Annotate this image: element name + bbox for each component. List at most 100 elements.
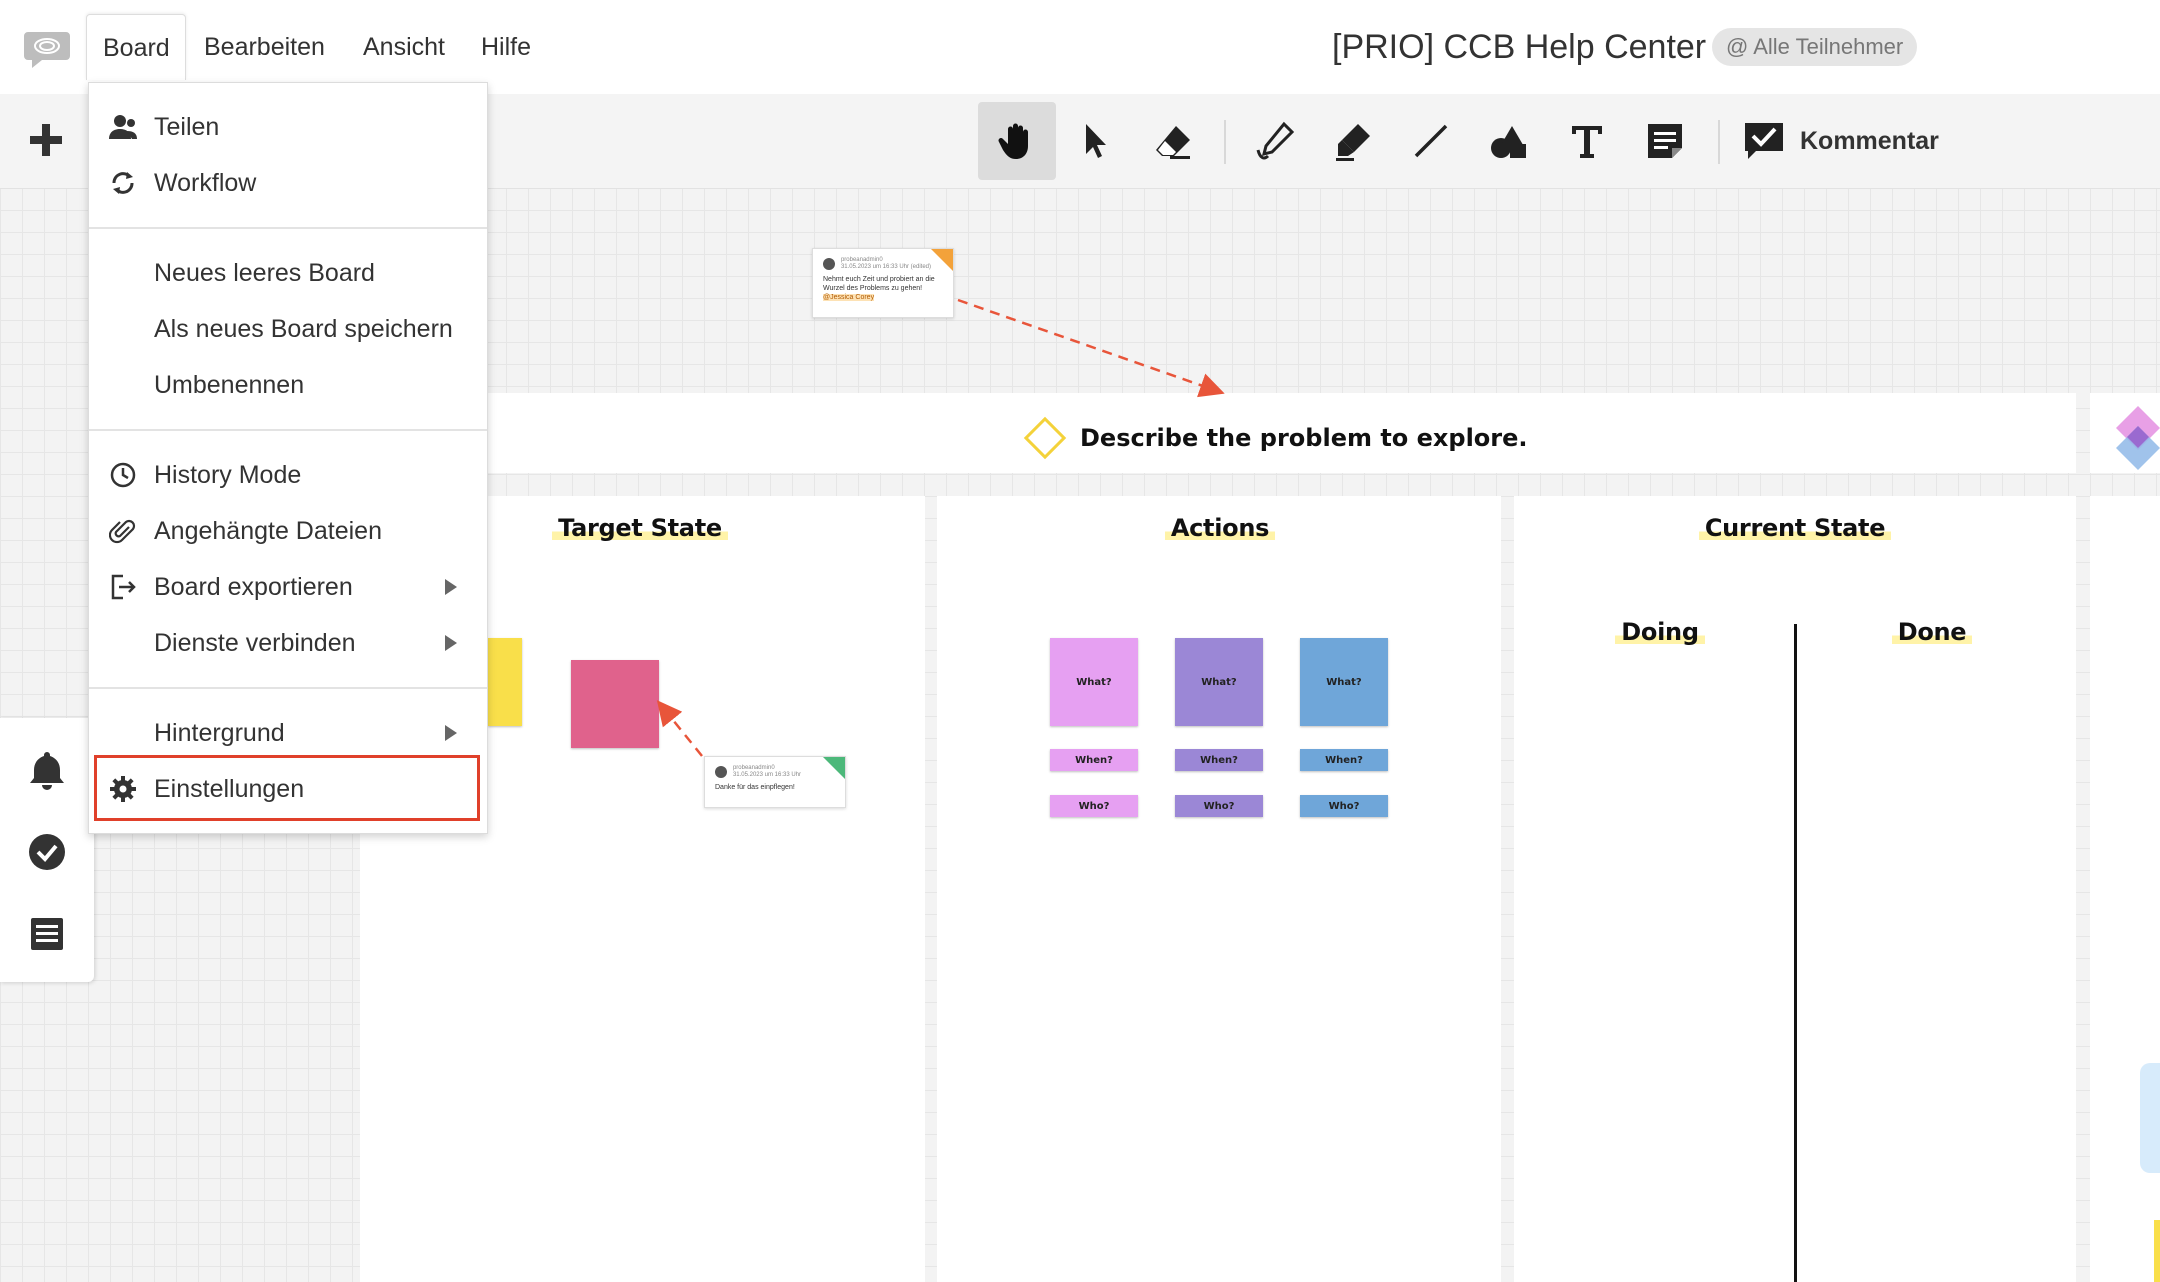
shapes-icon bbox=[1491, 126, 1526, 158]
toolbar-divider bbox=[1718, 120, 1720, 164]
share-user-icon bbox=[109, 115, 137, 139]
menu-item-angehaengte-dateien[interactable]: Angehängte Dateien bbox=[89, 503, 487, 559]
right-edge-blue-shape bbox=[2140, 1063, 2160, 1173]
actions-title: Actions bbox=[1120, 514, 1320, 542]
pink-sticky-note[interactable] bbox=[571, 660, 659, 748]
menu-ansicht[interactable]: Ansicht bbox=[347, 14, 461, 80]
shapes-tool[interactable] bbox=[1470, 102, 1548, 180]
action-note-what[interactable]: What? bbox=[1175, 638, 1263, 726]
highlighter-icon bbox=[1336, 124, 1370, 161]
hand-icon bbox=[998, 123, 1028, 159]
pointer-icon bbox=[1086, 124, 1106, 158]
board-menu-dropdown: Teilen Workflow Neues leeres Board Als n… bbox=[88, 82, 488, 834]
menu-item-label: History Mode bbox=[154, 461, 302, 489]
problem-prompt-text: Describe the problem to explore. bbox=[1080, 424, 1528, 452]
action-note-when[interactable]: When? bbox=[1050, 749, 1138, 771]
comment-meta: probeanadmin0 31.05.2023 um 16:33 Uhr (ed… bbox=[840, 257, 932, 270]
menu-item-label: Neues leeres Board bbox=[154, 259, 375, 287]
yellow-sticky-note[interactable] bbox=[488, 638, 522, 726]
eraser-icon bbox=[1156, 126, 1190, 159]
menu-separator bbox=[89, 429, 487, 431]
comment-button-label: Kommentar bbox=[1800, 126, 1939, 155]
text-tool[interactable] bbox=[1548, 102, 1626, 180]
submenu-arrow-icon bbox=[445, 725, 457, 741]
action-note-what[interactable]: What? bbox=[1300, 638, 1388, 726]
menu-item-als-neues-board-speichern[interactable]: Als neues Board speichern bbox=[89, 301, 487, 357]
action-note-who[interactable]: Who? bbox=[1175, 795, 1263, 817]
menu-item-neues-leeres-board[interactable]: Neues leeres Board bbox=[89, 245, 487, 301]
actions-section[interactable] bbox=[937, 496, 1501, 1282]
export-icon bbox=[111, 574, 136, 600]
menu-item-teilen[interactable]: Teilen bbox=[89, 99, 487, 155]
action-note-when[interactable]: When? bbox=[1175, 749, 1263, 771]
right-edge-yellow-shape bbox=[2154, 1220, 2160, 1282]
menu-item-workflow[interactable]: Workflow bbox=[89, 155, 487, 211]
menu-bearbeiten[interactable]: Bearbeiten bbox=[188, 14, 341, 80]
check-circle-icon[interactable] bbox=[25, 830, 69, 874]
submenu-arrow-icon bbox=[445, 635, 457, 651]
text-icon bbox=[1572, 126, 1602, 158]
comment-button[interactable]: Kommentar bbox=[1742, 102, 1939, 180]
highlight-frame bbox=[94, 755, 480, 821]
comment-mention[interactable]: @Jessica Corey bbox=[823, 294, 875, 301]
doing-done-divider bbox=[1794, 624, 1797, 1282]
comment-card[interactable]: probeanadmin0 31.05.2023 um 16:33 Uhr Dan… bbox=[704, 756, 846, 808]
diamond-icon bbox=[1023, 416, 1067, 460]
line-icon bbox=[1414, 124, 1448, 158]
menu-item-label: Workflow bbox=[154, 169, 257, 197]
menu-item-label: Angehängte Dateien bbox=[154, 517, 382, 545]
pointer-tool[interactable] bbox=[1056, 102, 1134, 180]
sticky-note-tool[interactable] bbox=[1626, 102, 1704, 180]
toolbar-divider bbox=[1224, 120, 1226, 164]
action-note-who[interactable]: Who? bbox=[1050, 795, 1138, 817]
avatar bbox=[715, 766, 727, 778]
menu-item-history-mode[interactable]: History Mode bbox=[89, 447, 487, 503]
menu-separator bbox=[89, 227, 487, 229]
highlighter-tool[interactable] bbox=[1314, 102, 1392, 180]
action-note-when[interactable]: When? bbox=[1300, 749, 1388, 771]
menu-item-board-exportieren[interactable]: Board exportieren bbox=[89, 559, 487, 615]
current-state-title: Current State bbox=[1695, 514, 1895, 542]
pen-icon bbox=[1256, 121, 1295, 160]
plus-icon[interactable] bbox=[26, 120, 66, 160]
bell-icon[interactable] bbox=[25, 748, 69, 792]
comment-arrow bbox=[957, 298, 1225, 398]
action-note-what[interactable]: What? bbox=[1050, 638, 1138, 726]
eraser-tool[interactable] bbox=[1134, 102, 1212, 180]
line-tool[interactable] bbox=[1392, 102, 1470, 180]
paperclip-icon bbox=[109, 519, 136, 544]
comment-card[interactable]: probeanadmin0 31.05.2023 um 16:33 Uhr (ed… bbox=[812, 248, 954, 318]
app-logo-icon[interactable] bbox=[22, 30, 72, 70]
hand-tool[interactable] bbox=[978, 102, 1056, 180]
submenu-arrow-icon bbox=[445, 579, 457, 595]
menu-board[interactable]: Board bbox=[86, 14, 186, 80]
pen-tool[interactable] bbox=[1236, 102, 1314, 180]
menu-bar: Board Bearbeiten Ansicht Hilfe [PRIO] CC… bbox=[0, 0, 2160, 94]
layers-icon bbox=[2116, 406, 2160, 470]
doing-column-title: Doing bbox=[1580, 618, 1740, 646]
participants-badge[interactable]: @ Alle Teilnehmer bbox=[1712, 28, 1918, 66]
board-title[interactable]: [PRIO] CCB Help Center bbox=[1332, 22, 1706, 72]
comment-text: Danke für das einpflegen! bbox=[715, 784, 795, 791]
action-note-who[interactable]: Who? bbox=[1300, 795, 1388, 817]
menu-item-dienste-verbinden[interactable]: Dienste verbinden bbox=[89, 615, 487, 671]
comment-corner-icon bbox=[823, 757, 845, 779]
menu-item-umbenennen[interactable]: Umbenennen bbox=[89, 357, 487, 413]
menu-item-label: Umbenennen bbox=[154, 371, 305, 399]
list-icon[interactable] bbox=[25, 912, 69, 956]
done-column-title: Done bbox=[1852, 618, 2012, 646]
menu-item-label: Board exportieren bbox=[154, 573, 353, 601]
menu-separator bbox=[89, 687, 487, 689]
lower-left-area bbox=[360, 808, 925, 1282]
target-state-title: Target State bbox=[540, 514, 740, 542]
menu-item-label: Teilen bbox=[154, 113, 220, 141]
comment-meta: probeanadmin0 31.05.2023 um 16:33 Uhr bbox=[732, 765, 802, 778]
avatar bbox=[823, 258, 835, 270]
menu-item-label: Hintergrund bbox=[154, 719, 285, 747]
menu-item-label: Dienste verbinden bbox=[154, 629, 356, 657]
left-side-panel bbox=[0, 718, 94, 982]
menu-hilfe[interactable]: Hilfe bbox=[465, 14, 547, 80]
workflow-icon bbox=[112, 172, 134, 194]
menu-item-hintergrund[interactable]: Hintergrund bbox=[89, 705, 487, 761]
problem-prompt[interactable]: Describe the problem to explore. bbox=[1023, 416, 1528, 460]
